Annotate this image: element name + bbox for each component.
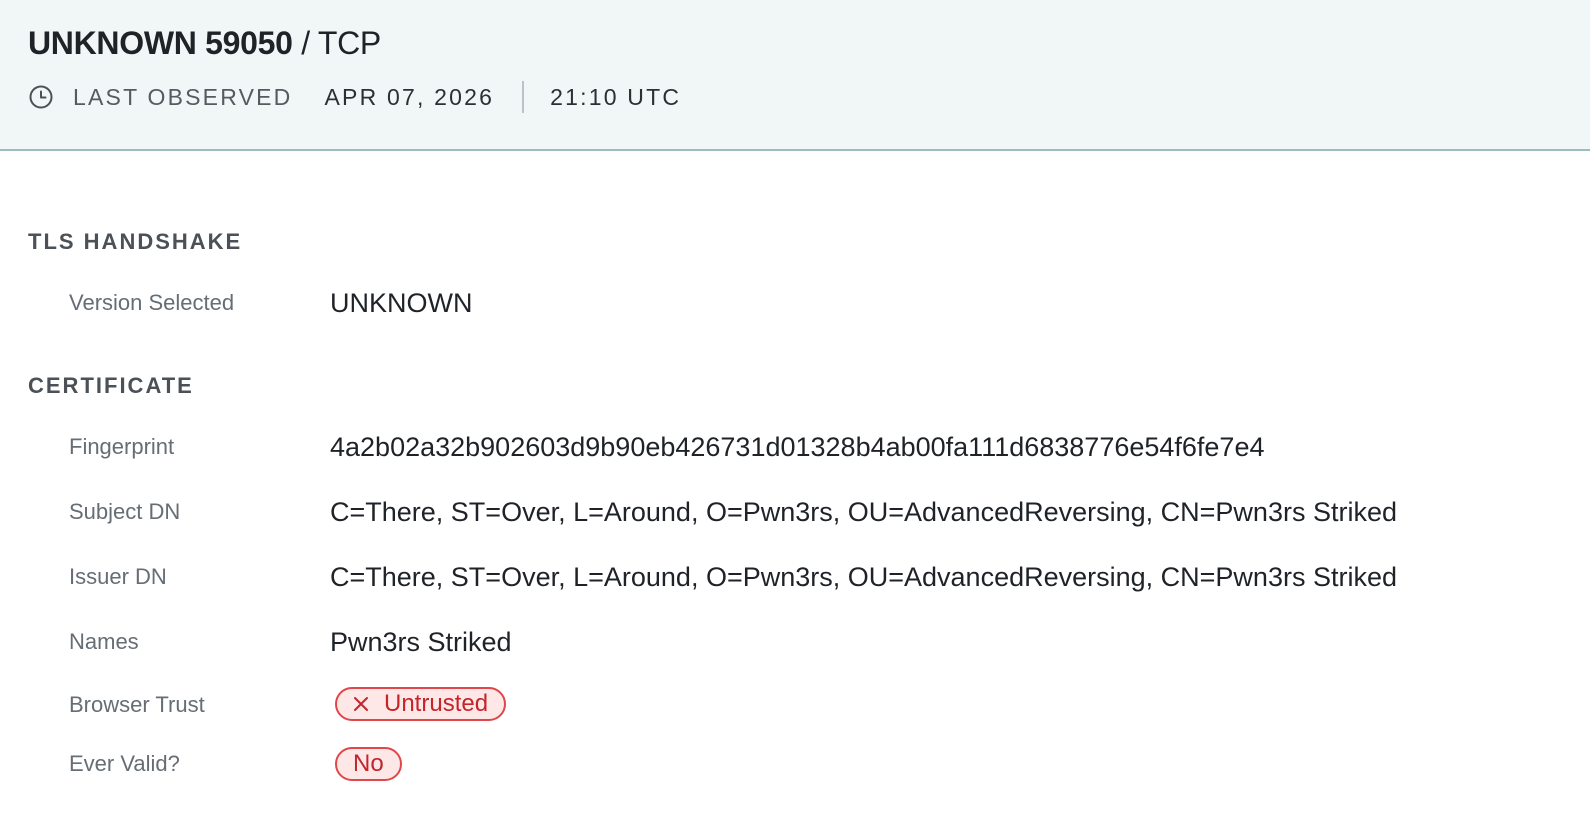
observed-date: APR 07, 2026 [324, 83, 495, 110]
browser-trust-label: Browser Trust [69, 692, 205, 717]
tls-version-row: Version Selected UNKNOWN [0, 283, 1590, 323]
untrusted-badge-label: Untrusted [384, 690, 489, 717]
ever-valid-badge-label: No [353, 750, 384, 777]
ever-valid-row: Ever Valid? [0, 744, 1590, 784]
names-value: Pwn3rs Striked [330, 627, 512, 657]
untrusted-badge: Untrusted [335, 687, 507, 721]
page-title: UNKNOWN 59050 / TCP [28, 24, 381, 62]
certificate-section-title: CERTIFICATE [28, 373, 194, 398]
protocol-name: TCP [317, 25, 381, 61]
service-name: UNKNOWN 59050 [28, 25, 293, 61]
issuer-dn-label: Issuer DN [69, 564, 167, 589]
issuer-dn-row: Issuer DN C=There, ST=Over, L=Around, O=… [0, 557, 1590, 597]
observed-time: 21:10 UTC [550, 83, 682, 110]
version-selected-label: Version Selected [69, 290, 235, 315]
subject-dn-row: Subject DN C=There, ST=Over, L=Around, O… [0, 492, 1590, 532]
fingerprint-value[interactable]: 4a2b02a32b902603d9b90eb426731d01328b4ab0… [330, 427, 1264, 467]
issuer-dn-value: C=There, ST=Over, L=Around, O=Pwn3rs, OU… [330, 562, 1397, 592]
subject-dn-value: C=There, ST=Over, L=Around, O=Pwn3rs, OU… [330, 497, 1397, 527]
tls-section-title: TLS HANDSHAKE [28, 229, 243, 254]
names-label: Names [69, 629, 139, 654]
subject-dn-label: Subject DN [69, 499, 181, 524]
x-icon [353, 696, 369, 712]
version-selected-value: UNKNOWN [330, 288, 473, 318]
fingerprint-label: Fingerprint [69, 434, 175, 459]
page-header: UNKNOWN 59050 / TCP LAST OBSERVED APR 07… [0, 0, 1590, 151]
clock-icon [28, 84, 54, 110]
observed-label: LAST OBSERVED [73, 83, 293, 110]
browser-trust-row: Browser Trust [0, 685, 1590, 725]
title-separator: / [301, 25, 310, 61]
ever-valid-label: Ever Valid? [69, 751, 180, 776]
names-row: Names Pwn3rs Striked [0, 622, 1590, 662]
observed-divider [522, 81, 525, 113]
ever-valid-badge: No [335, 747, 402, 781]
last-observed: LAST OBSERVED APR 07, 2026 21:10 UTC [28, 80, 681, 114]
fingerprint-row: Fingerprint 4a2b02a32b902603d9b90eb42673… [0, 427, 1590, 467]
